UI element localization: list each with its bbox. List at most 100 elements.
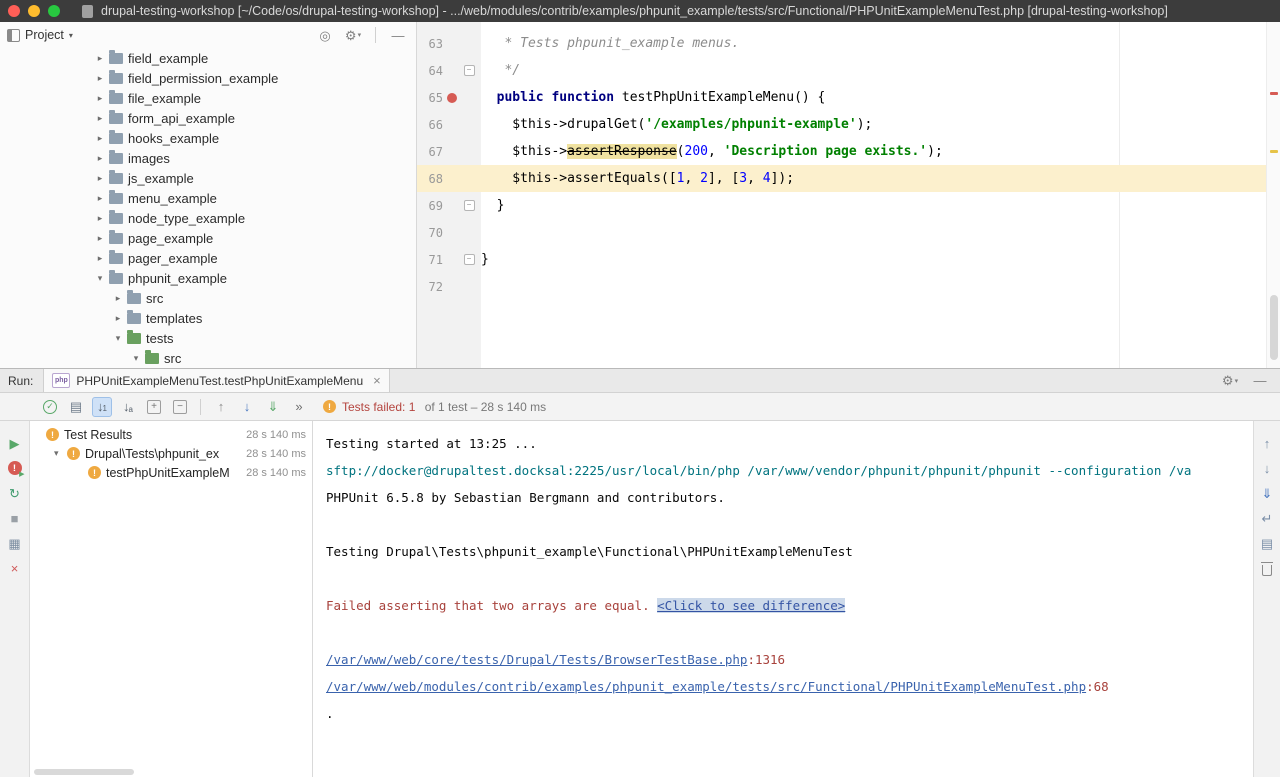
code-line-66[interactable]: 66 $this->drupalGet('/examples/phpunit-e… [417,111,1267,138]
test-history-icon[interactable]: » [289,397,309,417]
project-pane-title[interactable]: Project [25,28,64,42]
chevron-down-icon[interactable]: ▾ [69,31,73,40]
horizontal-scrollbar-thumb[interactable] [34,769,134,775]
tree-item-tests[interactable]: ▾tests [0,328,416,348]
fold-marker-icon[interactable]: − [464,254,475,265]
chevron-right-icon[interactable]: ▸ [93,193,107,204]
tree-item-js_example[interactable]: ▸js_example [0,168,416,188]
chevron-right-icon[interactable]: ▸ [93,53,107,64]
soft-wrap-icon[interactable]: ↵ [1257,508,1277,528]
warning-stripe-mark[interactable] [1270,150,1278,153]
chevron-down-icon[interactable]: ▾ [111,333,125,344]
failed-test-gutter-icon[interactable] [447,93,457,103]
rerun-test-icon[interactable]: ▶ [5,433,25,453]
console-output[interactable]: Testing started at 13:25 ...sftp://docke… [313,421,1253,777]
scroll-to-end-icon[interactable]: ⇓ [1257,483,1277,503]
tree-item-page_example[interactable]: ▸page_example [0,228,416,248]
stop-icon[interactable]: ■ [5,508,25,528]
test-results-root[interactable]: !Test Results28 s 140 ms [30,425,312,444]
tree-item-file_example[interactable]: ▸file_example [0,88,416,108]
error-stripe-mark[interactable] [1270,92,1278,95]
tree-item-form_api_example[interactable]: ▸form_api_example [0,108,416,128]
tree-item-node_type_example[interactable]: ▸node_type_example [0,208,416,228]
tree-item-src[interactable]: ▸src [0,288,416,308]
toggle-auto-test-icon[interactable]: ↻ [5,483,25,503]
chevron-right-icon[interactable]: ▸ [93,253,107,264]
zoom-window-button[interactable] [48,5,60,17]
chevron-right-icon[interactable]: ▸ [111,313,125,324]
test-case-row[interactable]: !testPhpUnitExampleM28 s 140 ms [30,463,312,482]
code-line-65[interactable]: 65 public function testPhpUnitExampleMen… [417,84,1267,111]
code-line-70[interactable]: 70 [417,219,1267,246]
editor-scrollbar[interactable] [1266,22,1280,368]
run-tab[interactable]: php PHPUnitExampleMenuTest.testPhpUnitEx… [43,369,389,392]
chevron-right-icon[interactable]: ▸ [93,93,107,104]
chevron-right-icon[interactable]: ▸ [93,153,107,164]
tree-item-templates[interactable]: ▸templates [0,308,416,328]
collapse-all-icon[interactable]: − [170,397,190,417]
fold-marker-icon[interactable]: − [464,200,475,211]
chevron-right-icon[interactable]: ▸ [93,213,107,224]
chevron-right-icon[interactable]: ▸ [93,73,107,84]
minimize-window-button[interactable] [28,5,40,17]
stacktrace-link-browsertestbase[interactable]: /var/www/web/core/tests/Drupal/Tests/Bro… [326,652,747,667]
previous-failed-test-icon[interactable]: ↑ [211,397,231,417]
code-line-71[interactable]: 71−} [417,246,1267,273]
run-settings-gear-icon[interactable]: ⚙▾ [1220,371,1240,391]
code-line-64[interactable]: 64− */ [417,57,1267,84]
chevron-right-icon[interactable]: ▸ [111,293,125,304]
gear-icon[interactable]: ⚙▾ [343,25,363,45]
expand-all-icon[interactable]: + [144,397,164,417]
tree-item-field_example[interactable]: ▸field_example [0,48,416,68]
folder-icon [109,273,123,284]
test-console-icon[interactable]: ▤ [66,397,86,417]
tree-item-menu_example[interactable]: ▸menu_example [0,188,416,208]
code-line-69[interactable]: 69− } [417,192,1267,219]
close-window-button[interactable] [8,5,20,17]
chevron-right-icon[interactable]: ▸ [93,173,107,184]
scroll-to-bottom-icon[interactable]: ↓ [1257,458,1277,478]
show-passed-icon[interactable]: ✓ [40,397,60,417]
code-line-72[interactable]: 72 [417,273,1267,300]
sort-alphabetically-icon[interactable]: ↓a [118,397,138,417]
chevron-down-icon[interactable]: ▾ [93,273,107,284]
tree-item-pager_example[interactable]: ▸pager_example [0,248,416,268]
rerun-failed-tests-icon[interactable]: !▶ [5,458,25,478]
code-line-68[interactable]: 68 $this->assertEquals([1, 2], [3, 4]); [417,165,1267,192]
sort-by-duration-icon[interactable]: ↓1 [92,397,112,417]
tests-failed-count: Tests failed: 1 [342,400,415,414]
chevron-right-icon[interactable]: ▸ [93,133,107,144]
scrollbar-thumb[interactable] [1270,295,1278,360]
tree-item-label: phpunit_example [128,271,227,286]
editor[interactable]: 63 * Tests phpunit_example menus.64− */6… [417,22,1280,368]
export-console-icon[interactable]: ▤ [1257,533,1277,553]
fold-marker-icon[interactable]: − [464,65,475,76]
clear-console-icon[interactable] [1257,558,1277,578]
tree-item-hooks_example[interactable]: ▸hooks_example [0,128,416,148]
tree-item-field_permission_example[interactable]: ▸field_permission_example [0,68,416,88]
restore-layout-icon[interactable]: ▦ [5,533,25,553]
locate-file-icon[interactable]: ◎ [315,25,335,45]
code-line-63[interactable]: 63 * Tests phpunit_example menus. [417,30,1267,57]
close-run-panel-icon[interactable]: × [5,558,25,578]
chevron-right-icon[interactable]: ▸ [93,233,107,244]
line-number: 65 [417,91,443,105]
next-failed-test-icon[interactable]: ↓ [237,397,257,417]
code-line-67[interactable]: 67 $this->assertResponse(200, 'Descripti… [417,138,1267,165]
chevron-right-icon[interactable]: ▸ [93,113,107,124]
code-text: public function testPhpUnitExampleMenu()… [481,84,825,111]
tree-item-images[interactable]: ▸images [0,148,416,168]
test-suite-row[interactable]: ▾!Drupal\Tests\phpunit_ex28 s 140 ms [30,444,312,463]
tree-item-src[interactable]: ▾src [0,348,416,368]
hide-project-panel-icon[interactable]: — [388,25,408,45]
scroll-to-top-icon[interactable]: ↑ [1257,433,1277,453]
import-test-results-icon[interactable]: ⇓ [263,397,283,417]
diff-link[interactable]: <Click to see difference> [657,598,845,613]
close-tab-icon[interactable]: × [373,373,381,388]
chevron-down-icon[interactable]: ▾ [54,448,67,459]
stacktrace-link-menutest[interactable]: /var/www/web/modules/contrib/examples/ph… [326,679,1086,694]
chevron-down-icon[interactable]: ▾ [129,353,143,364]
gutter-icon-slot[interactable] [443,93,461,103]
tree-item-phpunit_example[interactable]: ▾ phpunit_example [0,268,416,288]
hide-run-panel-icon[interactable]: — [1250,371,1270,391]
